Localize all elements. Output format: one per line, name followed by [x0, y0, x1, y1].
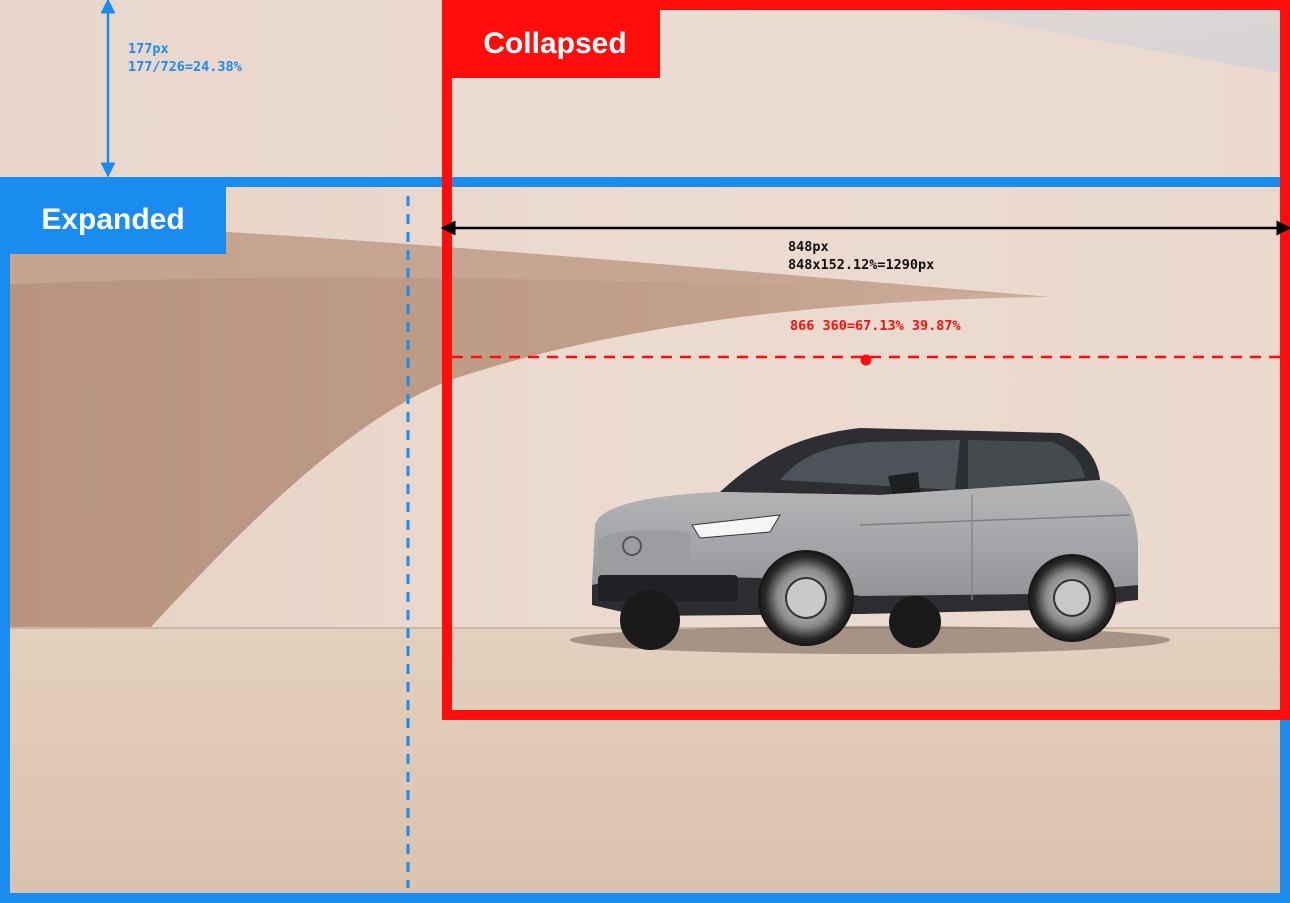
- top-offset-annotation: 177px 177/726=24.38%: [128, 40, 242, 76]
- expanded-label: Expanded: [0, 186, 226, 254]
- focal-point-annotation: 866 360=67.13% 39.87%: [790, 318, 961, 334]
- collapsed-width-scale: 848x152.12%=1290px: [788, 257, 935, 273]
- top-offset-px: 177px: [128, 41, 169, 57]
- width-annotation: 848px 848x152.12%=1290px: [788, 238, 934, 274]
- top-offset-ratio: 177/726=24.38%: [128, 59, 242, 75]
- collapsed-frame: [442, 0, 1290, 720]
- collapsed-width-px: 848px: [788, 239, 829, 255]
- collapsed-label: Collapsed: [450, 10, 660, 78]
